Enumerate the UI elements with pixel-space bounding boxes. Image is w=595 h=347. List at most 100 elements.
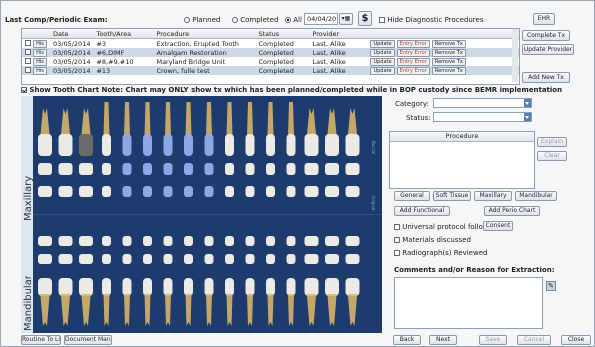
table-row[interactable]: His 03/05/2014 #3 Extraction, Erupted To… bbox=[22, 39, 519, 48]
radiographs-reviewed-box[interactable] bbox=[394, 250, 400, 256]
hide-diagnostic-box[interactable] bbox=[379, 17, 385, 23]
tab-mandibular[interactable]: Mandibular bbox=[515, 191, 557, 201]
cancel-button[interactable]: Cancel bbox=[517, 335, 551, 345]
remove-tx-button[interactable]: Remove Tx bbox=[431, 49, 466, 57]
entry-error-button[interactable]: Entry Error bbox=[396, 67, 430, 75]
next-button[interactable]: Next bbox=[429, 335, 457, 345]
upper-lingual bbox=[79, 186, 93, 197]
lower-crown bbox=[204, 278, 214, 296]
materials-discussed-box[interactable] bbox=[394, 237, 400, 243]
spellcheck-icon[interactable]: ✎ bbox=[546, 281, 556, 291]
table-row[interactable]: His 03/05/2014 #8,#9,#10 Maryland Bridge… bbox=[22, 57, 519, 66]
back-button[interactable]: Back bbox=[393, 335, 421, 345]
upper-lingual bbox=[266, 186, 275, 197]
status-select[interactable] bbox=[433, 112, 532, 122]
lower-root bbox=[288, 294, 294, 326]
row-select[interactable]: His bbox=[22, 57, 50, 66]
lower-occlusal bbox=[204, 254, 214, 264]
dental-window: Last Comp/Periodic Exam: Planned Complet… bbox=[0, 0, 595, 347]
upper-crown bbox=[266, 134, 275, 156]
tab-maxillary[interactable]: Maxillary bbox=[474, 191, 512, 201]
cell-date: 03/05/2014 bbox=[53, 39, 91, 48]
radio-completed-dot[interactable] bbox=[232, 17, 238, 23]
cell-tooth: #6,DIMF bbox=[93, 48, 154, 57]
radio-completed[interactable]: Completed bbox=[232, 16, 278, 24]
row-checkbox[interactable] bbox=[25, 67, 31, 73]
history-button[interactable]: His bbox=[33, 58, 47, 66]
lower-root bbox=[185, 294, 192, 326]
entry-error-button[interactable]: Entry Error bbox=[396, 49, 430, 57]
buccal-label: Buccal bbox=[371, 141, 376, 155]
upper-occlusal bbox=[58, 163, 73, 175]
universal-protocol-box[interactable] bbox=[394, 224, 400, 230]
document-manager-button[interactable]: Document Manager bbox=[64, 335, 112, 345]
update-button[interactable]: Update bbox=[370, 67, 395, 75]
category-select[interactable] bbox=[433, 98, 532, 108]
row-checkbox[interactable] bbox=[25, 58, 31, 64]
exam-date-field[interactable]: 04/04/2011 bbox=[304, 13, 338, 25]
ehr-button[interactable]: EHR bbox=[533, 13, 555, 25]
close-button[interactable]: Close bbox=[561, 335, 591, 345]
extracted-tooth bbox=[79, 134, 93, 156]
radio-all[interactable]: All bbox=[285, 16, 302, 24]
calendar-icon[interactable]: ▾▦ bbox=[339, 13, 353, 25]
clear-button[interactable]: Clear bbox=[537, 151, 567, 161]
consent-button[interactable]: Consent bbox=[483, 221, 513, 231]
lower-occlusal bbox=[184, 254, 193, 264]
lower-root bbox=[144, 294, 151, 326]
refresh-icon[interactable]: $ bbox=[358, 11, 372, 26]
radiographs-reviewed-checkbox[interactable]: Radiograph(s) Reviewed bbox=[394, 249, 487, 257]
radio-planned[interactable]: Planned bbox=[184, 16, 220, 24]
complete-tx-button[interactable]: Complete Tx bbox=[522, 30, 570, 41]
comments-textarea[interactable] bbox=[394, 277, 543, 329]
procedure-list[interactable]: Procedure bbox=[389, 131, 535, 189]
upper-root bbox=[185, 102, 192, 136]
show-tooth-chart[interactable]: Show Tooth Chart Note: Chart may ONLY sh… bbox=[21, 86, 562, 94]
upper-root bbox=[165, 102, 171, 136]
comments-label: Comments and/or Reason for Extraction: bbox=[394, 266, 555, 274]
lower-lingual bbox=[266, 236, 275, 246]
lower-lingual bbox=[225, 236, 234, 246]
upper-crown bbox=[345, 134, 360, 156]
table-scrollbar[interactable] bbox=[512, 29, 518, 82]
show-tooth-chart-box[interactable] bbox=[21, 87, 27, 93]
hide-diagnostic-label: Hide Diagnostic Procedures bbox=[387, 16, 484, 24]
remove-tx-button[interactable]: Remove Tx bbox=[431, 58, 466, 66]
update-button[interactable]: Update bbox=[370, 49, 395, 57]
save-button[interactable]: Save bbox=[479, 335, 507, 345]
tab-general[interactable]: General bbox=[394, 191, 430, 201]
row-select[interactable]: His bbox=[22, 39, 50, 48]
history-button[interactable]: His bbox=[33, 67, 47, 75]
remove-tx-button[interactable]: Remove Tx bbox=[431, 67, 466, 75]
tab-soft-tissue[interactable]: Soft Tissue bbox=[433, 191, 471, 201]
cell-actions: Update Entry Error Remove Tx bbox=[367, 57, 519, 66]
materials-discussed-checkbox[interactable]: Materials discussed bbox=[394, 236, 471, 244]
category-dropdown-icon[interactable] bbox=[524, 99, 531, 107]
hide-diagnostic-checkbox[interactable]: Hide Diagnostic Procedures bbox=[379, 16, 483, 24]
row-select[interactable]: His bbox=[22, 48, 50, 57]
row-checkbox[interactable] bbox=[25, 40, 31, 46]
universal-protocol-checkbox[interactable]: Universal protocol followed bbox=[394, 223, 497, 231]
table-row[interactable]: His 03/05/2014 #13 Crown, fulle test Com… bbox=[22, 66, 519, 75]
status-dropdown-icon[interactable] bbox=[524, 113, 531, 121]
col-actions bbox=[367, 29, 519, 39]
entry-error-button[interactable]: Entry Error bbox=[396, 58, 430, 66]
add-functional-button[interactable]: Add Functional bbox=[394, 206, 450, 216]
update-button[interactable]: Update bbox=[370, 40, 395, 48]
radio-all-dot[interactable] bbox=[285, 17, 291, 23]
add-perio-chart-button[interactable]: Add Perio Chart bbox=[484, 206, 540, 216]
update-provider-button[interactable]: Update Provider bbox=[522, 44, 574, 55]
add-new-tx-button[interactable]: Add New Tx bbox=[522, 72, 570, 83]
radio-planned-dot[interactable] bbox=[184, 17, 190, 23]
tooth-chart[interactable] bbox=[33, 96, 382, 333]
routine-to-list-button[interactable]: Routine To List bbox=[21, 335, 61, 345]
history-button[interactable]: His bbox=[33, 49, 47, 57]
explain-button[interactable]: Explain bbox=[537, 137, 567, 147]
row-checkbox[interactable] bbox=[25, 49, 31, 55]
history-button[interactable]: His bbox=[33, 40, 47, 48]
row-select[interactable]: His bbox=[22, 66, 50, 75]
update-button[interactable]: Update bbox=[370, 58, 395, 66]
entry-error-button[interactable]: Entry Error bbox=[396, 40, 430, 48]
remove-tx-button[interactable]: Remove Tx bbox=[431, 40, 466, 48]
table-row[interactable]: His 03/05/2014 #6,DIMF Amalgam Restorati… bbox=[22, 48, 519, 57]
